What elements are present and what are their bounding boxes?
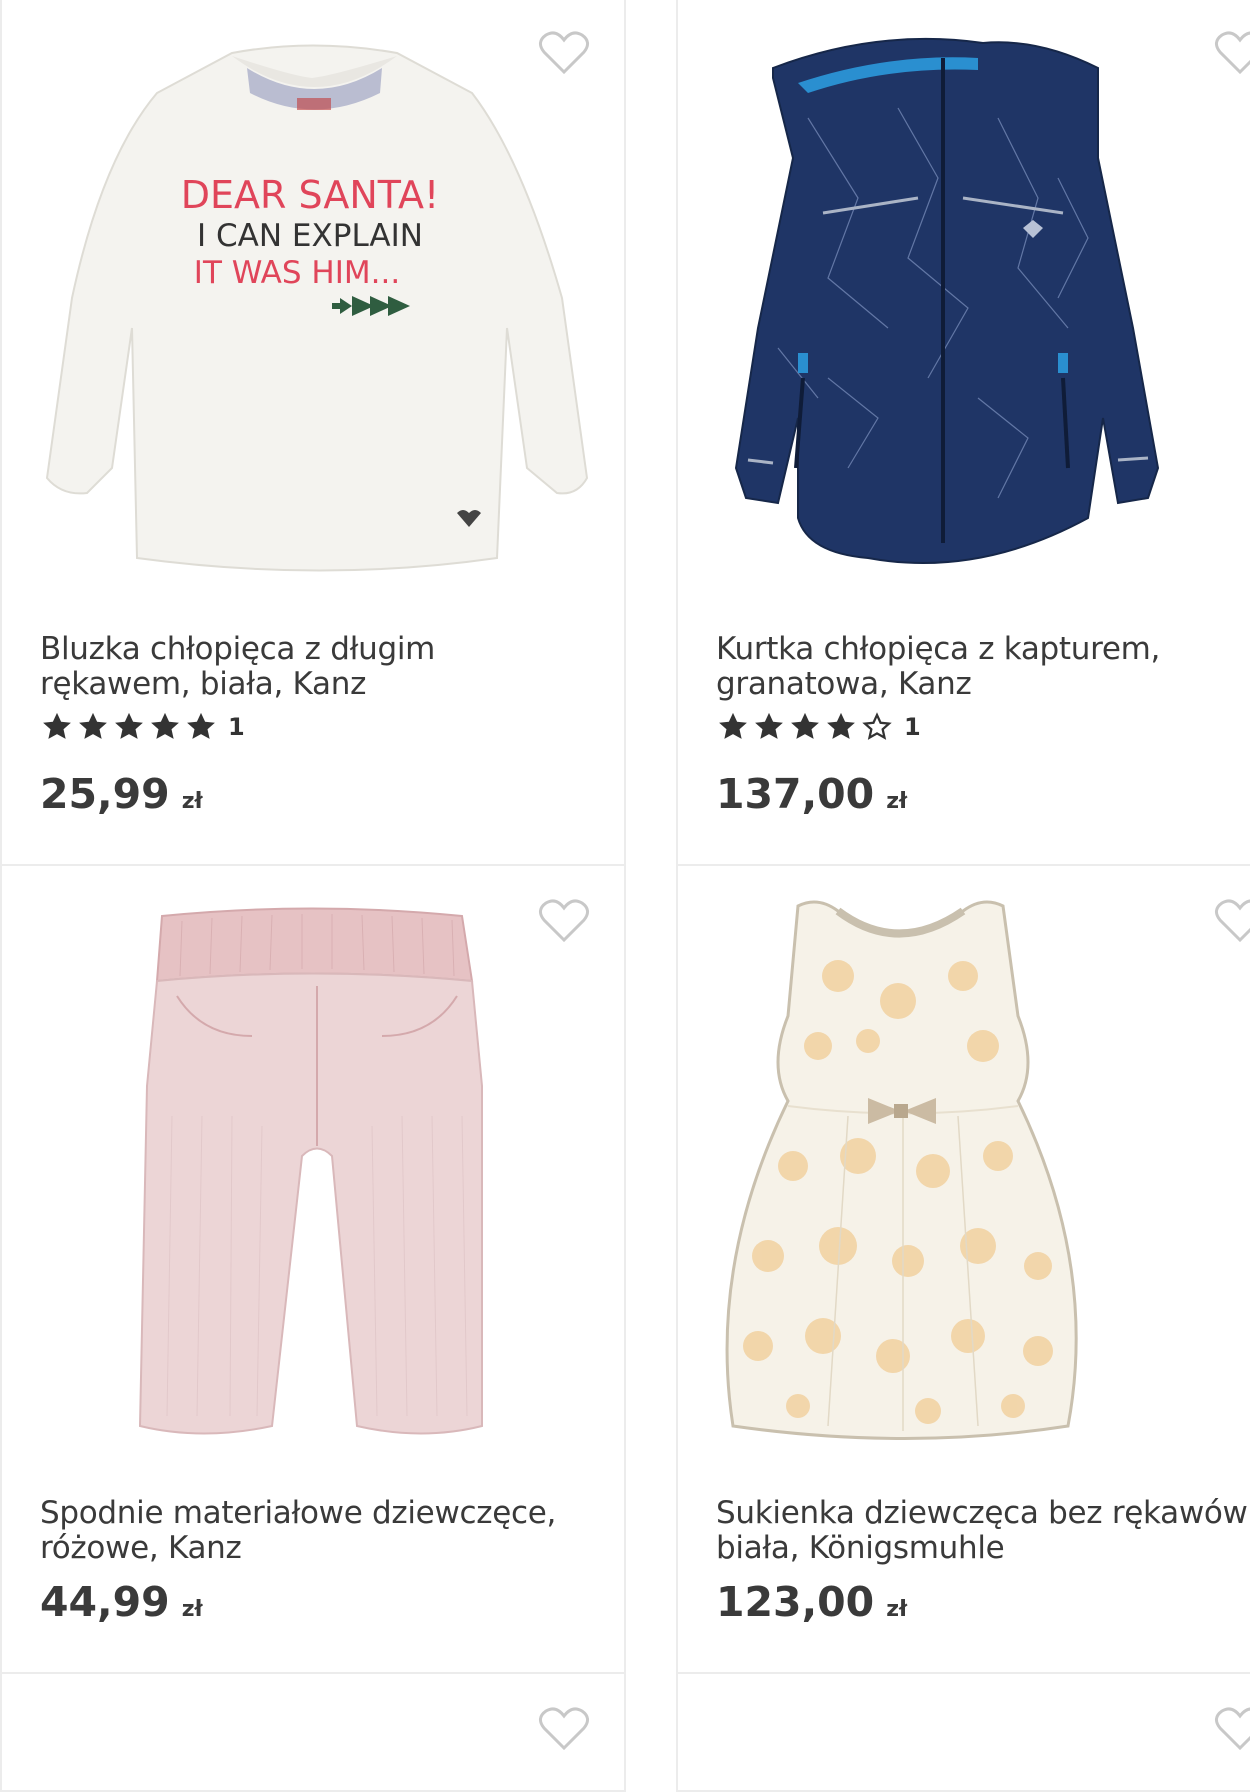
star-filled-icon [187, 712, 215, 739]
product-price: 44,99 zł [40, 1578, 203, 1626]
product-card[interactable]: Spodnie materiałowe dziewczęce, różowe, … [0, 864, 626, 1674]
star-empty-icon [862, 712, 892, 740]
product-title-line2[interactable]: biała, Königsmuhle [716, 1531, 1005, 1566]
svg-text:DEAR SANTA!: DEAR SANTA! [181, 173, 440, 217]
price-currency: zł [181, 1597, 203, 1622]
star-filled-icon [755, 712, 783, 739]
product-price: 123,00 zł [716, 1578, 907, 1626]
white-floral-dress-icon [725, 900, 1078, 1440]
product-title-line2[interactable]: różowe, Kanz [40, 1531, 242, 1566]
star-filled-icon [791, 712, 819, 739]
product-title-line1[interactable]: Spodnie materiałowe dziewczęce, [40, 1496, 556, 1531]
price-currency: zł [181, 789, 203, 814]
star-filled-icon [151, 712, 179, 739]
star-filled-icon [43, 712, 71, 739]
product-title-line2[interactable]: rękawem, biała, Kanz [40, 667, 366, 702]
price-currency: zł [886, 789, 908, 814]
favorite-heart-icon[interactable] [1214, 1706, 1250, 1752]
price-amount: 44,99 [40, 1578, 170, 1626]
svg-text:IT WAS HIM...: IT WAS HIM... [194, 255, 400, 291]
favorite-heart-icon[interactable] [538, 898, 590, 944]
product-card[interactable] [676, 1672, 1250, 1792]
favorite-heart-icon[interactable] [1214, 30, 1250, 76]
favorite-heart-icon[interactable] [538, 30, 590, 76]
product-title-line1[interactable]: Kurtka chłopięca z kapturem, [716, 632, 1160, 667]
product-image[interactable] [678, 0, 1250, 598]
product-price: 25,99 zł [40, 770, 203, 818]
price-amount: 123,00 [716, 1578, 875, 1626]
price-amount: 137,00 [716, 770, 875, 818]
product-image[interactable] [678, 866, 1250, 1466]
product-title-line1[interactable]: Bluzka chłopięca z długim [40, 632, 435, 667]
rating-count: 1 [228, 713, 245, 741]
product-card[interactable]: Kurtka chłopięca z kapturem, granatowa, … [676, 0, 1250, 866]
product-card[interactable]: Sukienka dziewczęca bez rękawów, biała, … [676, 864, 1250, 1674]
star-filled-icon [719, 712, 747, 739]
price-currency: zł [886, 1597, 908, 1622]
star-filled-icon [827, 712, 855, 739]
product-price: 137,00 zł [716, 770, 907, 818]
svg-text:I CAN EXPLAIN: I CAN EXPLAIN [197, 218, 423, 254]
product-rating: 1 [40, 710, 245, 744]
navy-hooded-jacket-icon [734, 37, 1160, 564]
favorite-heart-icon[interactable] [1214, 898, 1250, 944]
product-card[interactable]: DEAR SANTA! I CAN EXPLAIN IT WAS HIM... … [0, 0, 626, 866]
price-amount: 25,99 [40, 770, 170, 818]
pink-trousers-icon [138, 907, 483, 1435]
favorite-heart-icon[interactable] [538, 1706, 590, 1752]
product-image[interactable]: DEAR SANTA! I CAN EXPLAIN IT WAS HIM... [2, 0, 624, 598]
product-card[interactable] [0, 1672, 626, 1792]
star-filled-icon [115, 712, 143, 739]
product-rating: 1 [716, 710, 921, 744]
product-title-line2[interactable]: granatowa, Kanz [716, 667, 972, 702]
star-filled-icon [79, 712, 107, 739]
product-image[interactable] [2, 866, 624, 1466]
rating-count: 1 [904, 713, 921, 741]
product-title-line1[interactable]: Sukienka dziewczęca bez rękawów, [716, 1496, 1250, 1531]
white-long-sleeve-shirt-icon: DEAR SANTA! I CAN EXPLAIN IT WAS HIM... [45, 44, 589, 572]
